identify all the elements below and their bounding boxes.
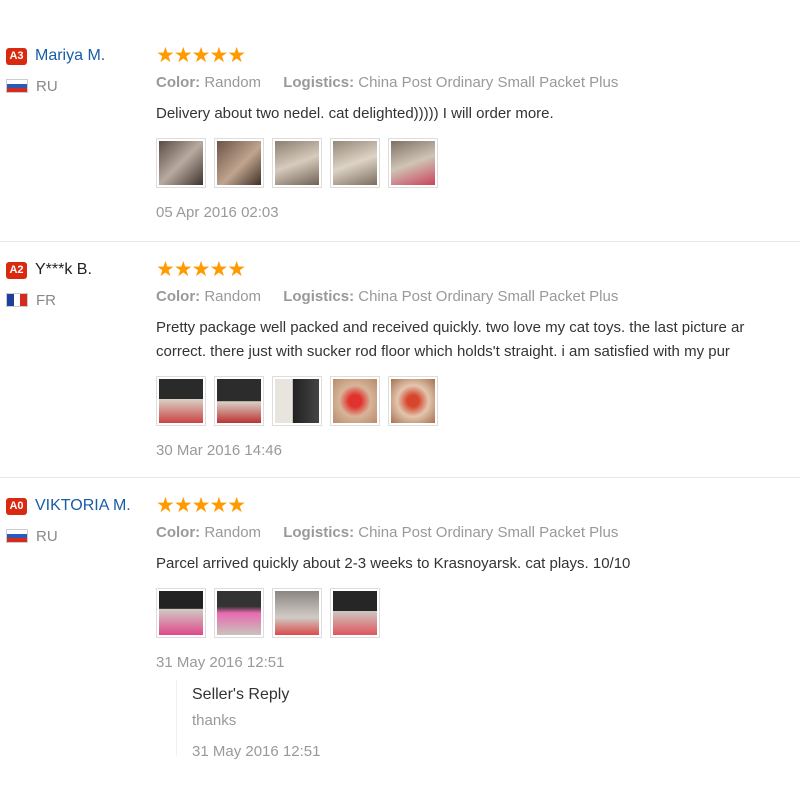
- color-label: Color:: [156, 524, 201, 541]
- review-photo-thumbnail[interactable]: [156, 138, 206, 188]
- reviewer-name[interactable]: Mariya M.: [35, 47, 105, 65]
- order-properties: Color: Random Logistics: China Post Ordi…: [156, 74, 800, 94]
- review-item: A2 Y***k B. FR ★★★★★ Color: Random Logis…: [0, 254, 800, 478]
- review-photos: [156, 376, 800, 426]
- color-value: Random: [204, 74, 262, 91]
- logistics-label: Logistics:: [283, 524, 355, 541]
- review-photo-thumbnail[interactable]: [388, 138, 438, 188]
- seller-reply-title: Seller's Reply: [192, 686, 290, 703]
- logistics-value: China Post Ordinary Small Packet Plus: [358, 524, 619, 541]
- france-flag-icon: [6, 293, 28, 307]
- review-photo-thumbnail[interactable]: [214, 376, 264, 426]
- reviewer-name[interactable]: VIKTORIA M.: [35, 497, 131, 515]
- reviewer-country: FR: [36, 291, 56, 309]
- review-photo-thumbnail[interactable]: [272, 588, 322, 638]
- review-date: 31 May 2016 12:51: [156, 654, 285, 671]
- seller-reply: Seller's Reply thanks 31 May 2016 12:51: [192, 686, 320, 760]
- logistics-label: Logistics:: [283, 74, 355, 91]
- review-photo-thumbnail[interactable]: [388, 376, 438, 426]
- star-rating: ★★★★★: [156, 44, 246, 67]
- color-value: Random: [204, 524, 262, 541]
- russia-flag-icon: [6, 79, 28, 93]
- review-text-line: correct. there just with sucker rod floo…: [156, 343, 730, 360]
- buyer-level-badge: A0: [6, 497, 27, 515]
- review-text: Delivery about two nedel. cat delighted)…: [156, 105, 554, 122]
- review-text: Pretty package well packed and received …: [156, 316, 800, 364]
- review-item: A0 VIKTORIA M. RU ★★★★★ Color: Random Lo…: [0, 490, 800, 790]
- review-photo-thumbnail[interactable]: [214, 138, 264, 188]
- review-photo-thumbnail[interactable]: [214, 588, 264, 638]
- order-properties: Color: Random Logistics: China Post Ordi…: [156, 288, 800, 308]
- russia-flag-icon: [6, 529, 28, 543]
- reviewer-info: A0 VIKTORIA M. RU: [6, 496, 146, 545]
- order-properties: Color: Random Logistics: China Post Ordi…: [156, 524, 800, 544]
- reviewer-info: A3 Mariya M. RU: [6, 46, 146, 95]
- color-label: Color:: [156, 288, 201, 305]
- review-photos: [156, 138, 800, 188]
- buyer-level-badge: A3: [6, 47, 27, 65]
- review-photo-thumbnail[interactable]: [330, 588, 380, 638]
- review-item: A3 Mariya M. RU ★★★★★ Color: Random Logi…: [0, 40, 800, 242]
- review-date: 30 Mar 2016 14:46: [156, 442, 282, 459]
- color-value: Random: [204, 288, 262, 305]
- logistics-value: China Post Ordinary Small Packet Plus: [358, 288, 619, 305]
- review-photo-thumbnail[interactable]: [156, 376, 206, 426]
- reviewer-country: RU: [36, 77, 58, 95]
- logistics-label: Logistics:: [283, 288, 355, 305]
- review-date: 05 Apr 2016 02:03: [156, 204, 279, 221]
- color-label: Color:: [156, 74, 201, 91]
- review-photo-thumbnail[interactable]: [272, 138, 322, 188]
- review-photo-thumbnail[interactable]: [156, 588, 206, 638]
- star-rating: ★★★★★: [156, 258, 246, 281]
- buyer-level-badge: A2: [6, 261, 27, 279]
- reviewer-country: RU: [36, 527, 58, 545]
- review-text-line: Pretty package well packed and received …: [156, 319, 745, 336]
- reply-divider: [176, 680, 177, 756]
- seller-reply-text: thanks: [192, 712, 237, 729]
- review-photo-thumbnail[interactable]: [330, 376, 380, 426]
- review-photos: [156, 588, 800, 638]
- seller-reply-date: 31 May 2016 12:51: [192, 743, 321, 760]
- review-photo-thumbnail[interactable]: [330, 138, 380, 188]
- review-text: Parcel arrived quickly about 2-3 weeks t…: [156, 555, 631, 572]
- review-photo-thumbnail[interactable]: [272, 376, 322, 426]
- reviewer-name: Y***k B.: [35, 261, 92, 278]
- logistics-value: China Post Ordinary Small Packet Plus: [358, 74, 619, 91]
- reviewer-info: A2 Y***k B. FR: [6, 260, 146, 309]
- star-rating: ★★★★★: [156, 494, 246, 517]
